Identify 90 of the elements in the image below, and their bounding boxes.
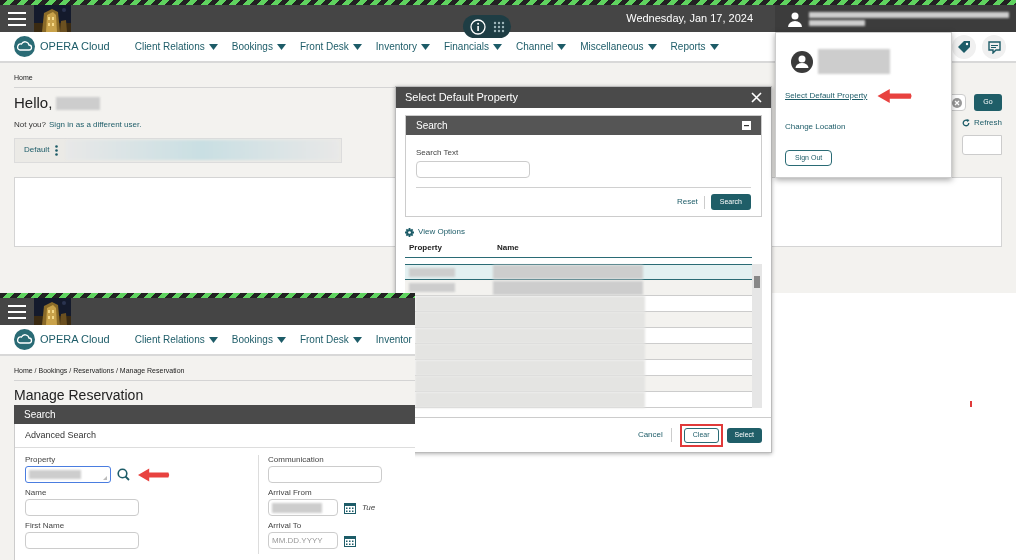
redacted-text <box>29 470 81 479</box>
clear-icon[interactable] <box>952 97 962 108</box>
search-icon[interactable] <box>117 468 130 481</box>
field-label: Search Text <box>416 147 460 159</box>
reset-button[interactable]: Reset <box>676 196 698 208</box>
field-label: First Name <box>25 521 65 532</box>
dialog-title: Select Default Property <box>405 90 519 106</box>
input-field[interactable] <box>268 466 382 483</box>
nav-menu[interactable]: Client Relations <box>134 332 218 347</box>
nav-menu[interactable]: Channel <box>515 39 567 54</box>
redacted-text <box>56 96 101 110</box>
weekday-label: Tue <box>362 501 376 514</box>
date-field[interactable] <box>268 499 338 516</box>
cloud-icon <box>14 36 35 57</box>
caret-icon <box>709 43 719 50</box>
caret-icon <box>352 43 362 50</box>
panel-title: Search <box>24 408 56 422</box>
column-header[interactable]: Property <box>405 242 497 254</box>
property-field[interactable] <box>25 466 111 483</box>
nav-menu[interactable]: Front Desk <box>299 332 362 347</box>
menu-icon <box>8 11 26 26</box>
field-label: Name <box>25 488 47 499</box>
caret-icon <box>647 43 657 50</box>
calendar-icon[interactable] <box>344 534 356 547</box>
calendar-icon[interactable] <box>344 501 356 514</box>
nav-menu[interactable]: Miscellaneous <box>580 39 657 54</box>
collapse-icon[interactable] <box>742 121 751 130</box>
more-icon <box>55 144 59 156</box>
brand-name: OPERA Cloud <box>40 332 110 348</box>
cancel-button[interactable]: Cancel <box>633 429 667 441</box>
search-text-field[interactable] <box>416 161 530 178</box>
date-placeholder: MM.DD.YYYY <box>272 534 323 547</box>
caret-icon <box>492 43 502 50</box>
nav-menu[interactable]: Reports <box>670 39 719 54</box>
nav-menu[interactable]: Bookings <box>231 332 286 347</box>
caret-icon <box>208 43 218 50</box>
info-icon <box>469 18 486 35</box>
caret-icon <box>557 43 567 50</box>
caret-icon <box>276 43 286 50</box>
caret-icon <box>276 336 286 343</box>
greeting: Hello, <box>14 93 53 113</box>
gear-icon <box>405 227 414 237</box>
view-options-button[interactable]: View Options <box>405 226 465 238</box>
input-field[interactable] <box>25 499 139 516</box>
tag-icon[interactable] <box>952 35 976 59</box>
cloud-icon <box>14 329 35 350</box>
nav-menu[interactable]: Financials <box>443 39 502 54</box>
caret-icon <box>208 336 218 343</box>
field-label: Communication <box>268 455 324 466</box>
field-label: Arrival To <box>268 521 302 532</box>
nav-menu[interactable]: Inventor <box>375 332 412 347</box>
user-button[interactable] <box>775 5 1016 32</box>
menu-item[interactable]: Change Location <box>785 121 846 133</box>
current-date: Wednesday, Jan 17, 2024 <box>626 11 753 27</box>
nav-menu[interactable]: Inventory <box>375 39 430 54</box>
table-row[interactable] <box>405 264 752 280</box>
not-you-text: Not you? <box>14 118 47 131</box>
redacted-text <box>409 267 455 277</box>
redacted-text <box>818 49 890 74</box>
section-title: Advanced Search <box>25 428 97 442</box>
quick-actions-pill[interactable] <box>463 15 511 38</box>
field-label: Arrival From <box>268 488 312 499</box>
filter-field[interactable] <box>962 135 1002 155</box>
caret-icon <box>352 336 362 343</box>
refresh-icon <box>962 119 970 127</box>
close-icon[interactable] <box>751 92 762 103</box>
pointer-arrow <box>138 467 170 482</box>
caret-icon <box>420 43 430 50</box>
tab[interactable]: Default <box>15 138 67 162</box>
sign-in-link[interactable]: Sign in as a different user. <box>49 118 142 131</box>
brand-name: OPERA Cloud <box>40 39 110 55</box>
column-header[interactable]: Name <box>497 242 519 254</box>
nav-menu[interactable]: Front Desk <box>299 39 362 54</box>
redacted-text <box>272 502 322 513</box>
nav-menu[interactable]: Client Relations <box>134 39 218 54</box>
panel-title: Search <box>416 119 448 133</box>
page-title: Manage Reservation <box>14 387 145 403</box>
nav-menu[interactable]: Bookings <box>231 39 286 54</box>
refresh-button[interactable]: Refresh <box>962 117 1002 129</box>
apps-grid-icon <box>492 20 505 33</box>
scrollbar[interactable] <box>752 264 762 408</box>
user-icon <box>787 10 803 27</box>
input-field[interactable] <box>25 532 139 549</box>
user-icon <box>791 50 813 73</box>
menu-link[interactable]: Select Default Property <box>785 90 868 102</box>
redacted-text <box>409 283 455 292</box>
chat-icon[interactable] <box>982 35 1006 59</box>
field-label: Property <box>25 455 56 466</box>
menu-icon <box>8 304 26 319</box>
tick-mark <box>970 401 972 407</box>
